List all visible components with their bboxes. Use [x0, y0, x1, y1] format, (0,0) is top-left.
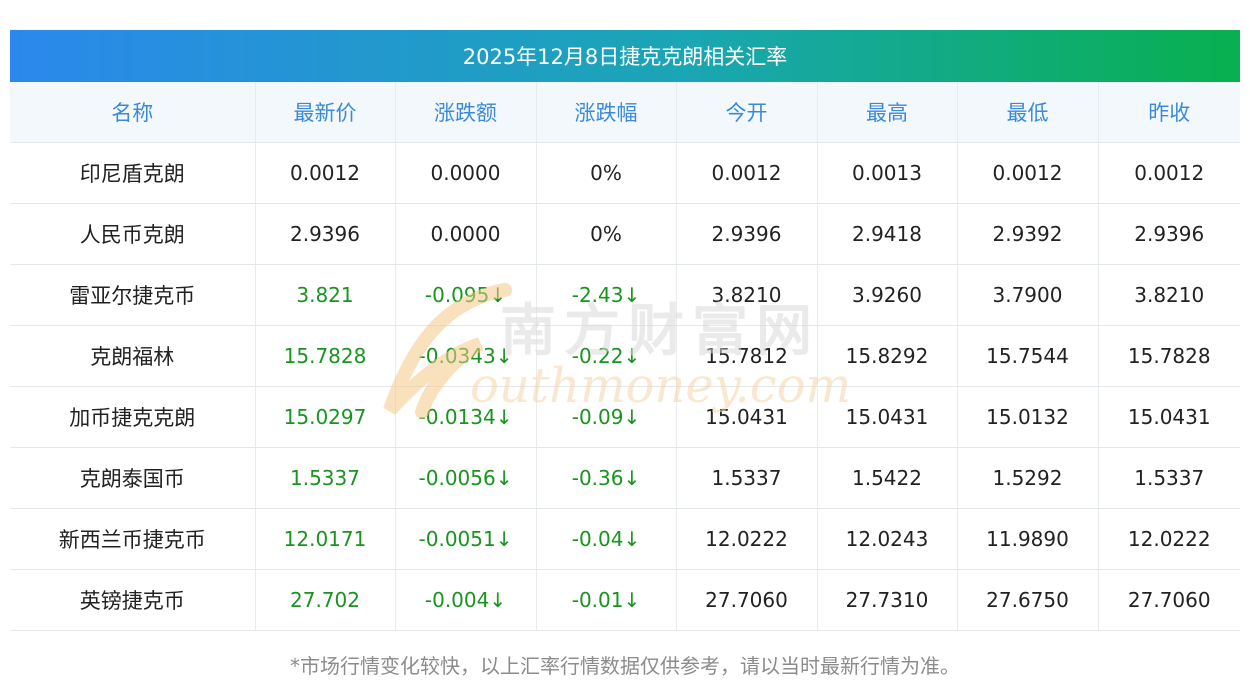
low-cell: 15.0132	[957, 386, 1099, 448]
latest-price-cell: 0.0012	[255, 142, 396, 204]
table-row: 加币捷克克朗 15.0297 -0.0134↓ -0.09↓ 15.0431 15.043…	[10, 386, 1240, 448]
currency-name-cell: 印尼盾克朗	[10, 142, 256, 204]
change-pct-cell: -0.36↓	[536, 447, 677, 509]
change-pct-cell: 0%	[536, 142, 677, 204]
currency-name-cell: 新西兰币捷克币	[10, 508, 256, 570]
column-header-name: 名称	[10, 82, 256, 143]
high-cell: 1.5422	[817, 447, 958, 509]
column-header-change-pct: 涨跌幅	[536, 82, 677, 143]
low-cell: 3.7900	[957, 264, 1099, 326]
table-row: 新西兰币捷克币 12.0171 -0.0051↓ -0.04↓ 12.0222 12.02…	[10, 508, 1240, 570]
prev-close-cell: 27.7060	[1098, 569, 1240, 631]
column-header-open: 今开	[676, 82, 818, 143]
change-amount-cell: -0.0056↓	[395, 447, 537, 509]
open-cell: 15.7812	[676, 325, 818, 387]
change-amount-cell: -0.004↓	[395, 569, 537, 631]
table-row: 克朗福林 15.7828 -0.0343↓ -0.22↓ 15.7812 15.8292 1…	[10, 325, 1240, 387]
latest-price-cell: 3.821	[255, 264, 396, 326]
change-pct-cell: 0%	[536, 203, 677, 265]
prev-close-cell: 15.7828	[1098, 325, 1240, 387]
change-amount-cell: -0.0134↓	[395, 386, 537, 448]
change-pct-cell: -0.22↓	[536, 325, 677, 387]
table-title-bar: 2025年12月8日捷克克朗相关汇率	[10, 30, 1240, 82]
latest-price-cell: 2.9396	[255, 203, 396, 265]
open-cell: 2.9396	[676, 203, 818, 265]
table-title: 2025年12月8日捷克克朗相关汇率	[462, 45, 788, 69]
table-row: 印尼盾克朗 0.0012 0.0000 0% 0.0012 0.0013 0.0012 0.0…	[10, 142, 1240, 204]
low-cell: 11.9890	[957, 508, 1099, 570]
high-cell: 27.7310	[817, 569, 958, 631]
high-cell: 12.0243	[817, 508, 958, 570]
low-cell: 0.0012	[957, 142, 1099, 204]
change-amount-cell: -0.0051↓	[395, 508, 537, 570]
change-pct-cell: -0.09↓	[536, 386, 677, 448]
latest-price-cell: 12.0171	[255, 508, 396, 570]
currency-name-cell: 人民币克朗	[10, 203, 256, 265]
column-header-latest: 最新价	[255, 82, 396, 143]
change-amount-cell: 0.0000	[395, 142, 537, 204]
prev-close-cell: 3.8210	[1098, 264, 1240, 326]
prev-close-cell: 2.9396	[1098, 203, 1240, 265]
currency-name-cell: 克朗福林	[10, 325, 256, 387]
latest-price-cell: 27.702	[255, 569, 396, 631]
exchange-rate-table: 名称 最新价 涨跌额 涨跌幅 今开 最高 最低 昨收 印尼盾克朗 0.0012 0.…	[10, 82, 1240, 631]
high-cell: 15.8292	[817, 325, 958, 387]
column-header-prev-close: 昨收	[1098, 82, 1240, 143]
table-row: 克朗泰国币 1.5337 -0.0056↓ -0.36↓ 1.5337 1.5422 1.5…	[10, 447, 1240, 509]
currency-name-cell: 英镑捷克币	[10, 569, 256, 631]
high-cell: 3.9260	[817, 264, 958, 326]
column-header-low: 最低	[957, 82, 1099, 143]
column-header-high: 最高	[817, 82, 958, 143]
change-amount-cell: 0.0000	[395, 203, 537, 265]
open-cell: 15.0431	[676, 386, 818, 448]
currency-name-cell: 克朗泰国币	[10, 447, 256, 509]
prev-close-cell: 1.5337	[1098, 447, 1240, 509]
prev-close-cell: 12.0222	[1098, 508, 1240, 570]
open-cell: 0.0012	[676, 142, 818, 204]
table-row: 人民币克朗 2.9396 0.0000 0% 2.9396 2.9418 2.9392 2.9…	[10, 203, 1240, 265]
latest-price-cell: 15.7828	[255, 325, 396, 387]
low-cell: 15.7544	[957, 325, 1099, 387]
latest-price-cell: 15.0297	[255, 386, 396, 448]
open-cell: 1.5337	[676, 447, 818, 509]
table-row: 雷亚尔捷克币 3.821 -0.095↓ -2.43↓ 3.8210 3.9260 3.79…	[10, 264, 1240, 326]
prev-close-cell: 15.0431	[1098, 386, 1240, 448]
change-pct-cell: -0.04↓	[536, 508, 677, 570]
low-cell: 1.5292	[957, 447, 1099, 509]
open-cell: 12.0222	[676, 508, 818, 570]
high-cell: 0.0013	[817, 142, 958, 204]
change-amount-cell: -0.0343↓	[395, 325, 537, 387]
table-row: 英镑捷克币 27.702 -0.004↓ -0.01↓ 27.7060 27.7310 27…	[10, 569, 1240, 631]
table-header-row: 名称 最新价 涨跌额 涨跌幅 今开 最高 最低 昨收	[10, 82, 1240, 143]
disclaimer-footnote: *市场行情变化较快，以上汇率行情数据仅供参考，请以当时最新行情为准。	[290, 654, 960, 678]
change-amount-cell: -0.095↓	[395, 264, 537, 326]
high-cell: 15.0431	[817, 386, 958, 448]
prev-close-cell: 0.0012	[1098, 142, 1240, 204]
column-header-change: 涨跌额	[395, 82, 537, 143]
open-cell: 3.8210	[676, 264, 818, 326]
low-cell: 2.9392	[957, 203, 1099, 265]
latest-price-cell: 1.5337	[255, 447, 396, 509]
high-cell: 2.9418	[817, 203, 958, 265]
currency-name-cell: 加币捷克克朗	[10, 386, 256, 448]
open-cell: 27.7060	[676, 569, 818, 631]
low-cell: 27.6750	[957, 569, 1099, 631]
currency-name-cell: 雷亚尔捷克币	[10, 264, 256, 326]
change-pct-cell: -2.43↓	[536, 264, 677, 326]
change-pct-cell: -0.01↓	[536, 569, 677, 631]
